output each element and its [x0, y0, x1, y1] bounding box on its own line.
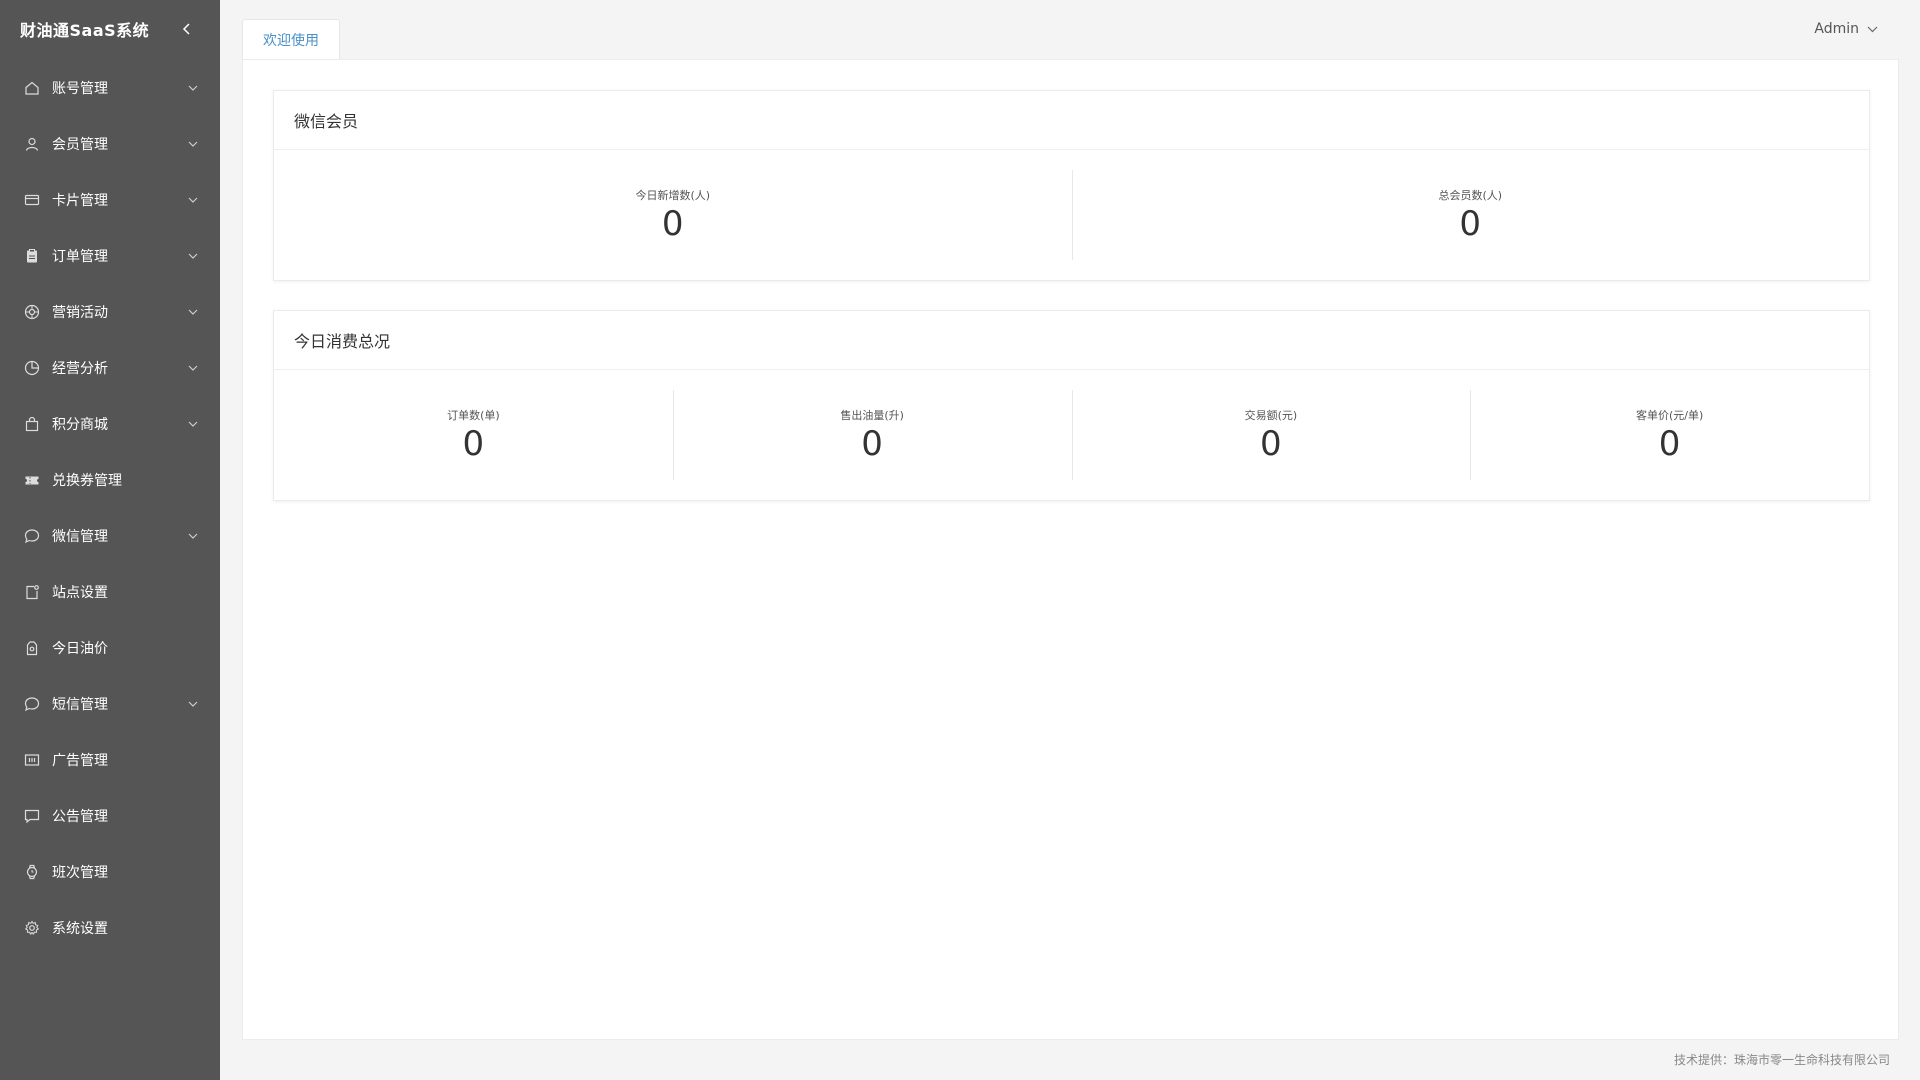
clipboard-icon	[24, 248, 40, 264]
stat-value: 0	[861, 424, 883, 464]
stat-value: 0	[1658, 424, 1681, 464]
sidebar-item-shifts[interactable]: 班次管理	[0, 844, 220, 900]
collapse-sidebar-button[interactable]	[180, 22, 194, 36]
stat-label: 订单数(单)	[447, 409, 500, 422]
card-title: 微信会员	[274, 91, 1869, 150]
stat-value: 0	[462, 424, 485, 464]
chat-bubble-icon	[24, 528, 40, 544]
card-icon	[24, 192, 40, 208]
sidebar-item-label: 今日油价	[52, 641, 108, 657]
sidebar-item-label: 站点设置	[52, 585, 108, 601]
sidebar-item-cards[interactable]: 卡片管理	[0, 172, 220, 228]
sidebar-item-label: 经营分析	[52, 361, 108, 377]
gear-icon	[24, 920, 40, 936]
stat-value: 0	[1459, 204, 1482, 244]
top-header: 欢迎使用 Admin	[220, 0, 1920, 60]
sidebar-item-wechat[interactable]: 微信管理	[0, 508, 220, 564]
today-consumption-card: 今日消费总况 订单数(单) 0 售出油量(升) 0 交易额(元) 0 客单价(元…	[273, 310, 1870, 501]
card-title: 今日消费总况	[274, 311, 1869, 370]
user-name: Admin	[1814, 21, 1859, 37]
shopping-bag-icon	[24, 416, 40, 432]
sidebar-item-oil-price[interactable]: 今日油价	[0, 620, 220, 676]
brand-title: 财油通SaaS系统	[20, 21, 150, 40]
chevron-down-icon	[188, 251, 198, 261]
sidebar-item-system-settings[interactable]: 系统设置	[0, 900, 220, 956]
home-icon	[24, 80, 40, 96]
sidebar-item-sms[interactable]: 短信管理	[0, 676, 220, 732]
footer-credit: 技术提供：珠海市零一生命科技有限公司	[1673, 1053, 1890, 1067]
wechat-members-card: 微信会员 今日新增数(人) 0 总会员数(人) 0	[273, 90, 1870, 281]
user-icon	[24, 136, 40, 152]
sidebar-item-label: 短信管理	[52, 697, 108, 713]
stat-value: 0	[1260, 424, 1282, 464]
stat-fuel-sold: 售出油量(升) 0	[672, 390, 1072, 480]
message-circle-icon	[24, 696, 40, 712]
sidebar-item-label: 账号管理	[52, 81, 108, 97]
sidebar-item-ads[interactable]: 广告管理	[0, 732, 220, 788]
sidebar-item-site-settings[interactable]: 站点设置	[0, 564, 220, 620]
pie-chart-icon	[24, 360, 40, 376]
sidebar-item-analysis[interactable]: 经营分析	[0, 340, 220, 396]
sidebar-item-points-mall[interactable]: 积分商城	[0, 396, 220, 452]
chevron-down-icon	[188, 531, 198, 541]
stat-label: 今日新增数(人)	[635, 189, 711, 202]
chevron-down-icon	[188, 363, 198, 373]
user-menu[interactable]: Admin	[1814, 21, 1878, 37]
sidebar-item-label: 系统设置	[52, 921, 108, 937]
chevron-down-icon	[1867, 26, 1878, 33]
aperture-icon	[24, 304, 40, 320]
chevron-down-icon	[188, 195, 198, 205]
main-content: 微信会员 今日新增数(人) 0 总会员数(人) 0 今日消费总况 订单数(单) …	[242, 59, 1899, 1040]
chevron-down-icon	[188, 699, 198, 709]
fuel-icon	[24, 640, 40, 656]
sidebar-item-marketing[interactable]: 营销活动	[0, 284, 220, 340]
sidebar-item-label: 公告管理	[52, 809, 108, 825]
brand-bar: 财油通SaaS系统	[0, 0, 220, 58]
sidebar-item-announcements[interactable]: 公告管理	[0, 788, 220, 844]
stat-order-count: 订单数(单) 0	[274, 390, 673, 480]
sidebar-item-label: 兑换券管理	[52, 473, 122, 489]
sidebar-item-account[interactable]: 账号管理	[0, 60, 220, 116]
ad-icon	[24, 752, 40, 768]
sidebar-menu: 账号管理 会员管理 卡片管理 订单管理 营销活动 经营分析 积分商城 兑换券管理…	[0, 60, 220, 956]
sidebar-item-label: 微信管理	[52, 529, 108, 545]
sidebar-item-label: 订单管理	[52, 249, 108, 265]
sidebar-item-label: 会员管理	[52, 137, 108, 153]
sidebar-item-members[interactable]: 会员管理	[0, 116, 220, 172]
announcement-icon	[24, 808, 40, 824]
stat-label: 交易额(元)	[1244, 409, 1298, 422]
card-body: 订单数(单) 0 售出油量(升) 0 交易额(元) 0 客单价(元/单) 0	[274, 370, 1869, 500]
sidebar-item-label: 广告管理	[52, 753, 108, 769]
card-body: 今日新增数(人) 0 总会员数(人) 0	[274, 150, 1869, 280]
sidebar-item-label: 积分商城	[52, 417, 108, 433]
sidebar-item-label: 班次管理	[52, 865, 108, 881]
stat-label: 售出油量(升)	[840, 409, 904, 422]
chevron-down-icon	[188, 307, 198, 317]
stat-new-members-today: 今日新增数(人) 0	[274, 170, 1072, 260]
chevron-down-icon	[188, 83, 198, 93]
stat-average-order-value: 客单价(元/单) 0	[1470, 390, 1869, 480]
tab-welcome[interactable]: 欢迎使用	[242, 19, 340, 60]
chevron-down-icon	[188, 419, 198, 429]
sidebar-item-orders[interactable]: 订单管理	[0, 228, 220, 284]
site-settings-icon	[24, 584, 40, 600]
stat-label: 客单价(元/单)	[1635, 409, 1704, 422]
watch-icon	[24, 864, 40, 880]
stat-total-members: 总会员数(人) 0	[1071, 170, 1870, 260]
sidebar-item-label: 卡片管理	[52, 193, 108, 209]
stat-transaction-amount: 交易额(元) 0	[1071, 390, 1471, 480]
stat-label: 总会员数(人)	[1438, 189, 1503, 202]
sidebar-item-coupons[interactable]: 兑换券管理	[0, 452, 220, 508]
stat-value: 0	[661, 204, 684, 244]
chevron-down-icon	[188, 139, 198, 149]
sidebar: 财油通SaaS系统 账号管理 会员管理 卡片管理 订单管理 营销活动 经营分析 …	[0, 0, 220, 1080]
sidebar-item-label: 营销活动	[52, 305, 108, 321]
ticket-icon	[24, 472, 40, 488]
chevron-left-icon	[182, 23, 190, 35]
